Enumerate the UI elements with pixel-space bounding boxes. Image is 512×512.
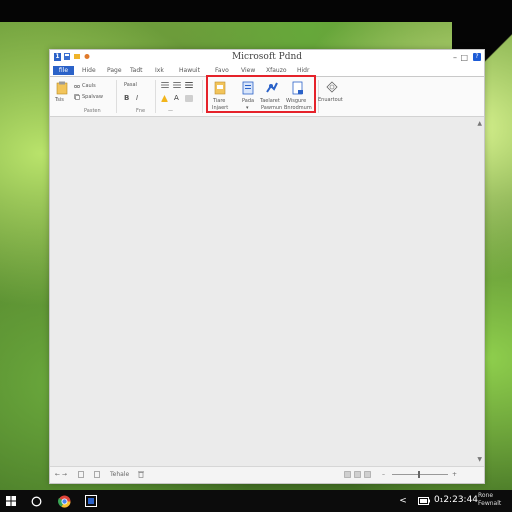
read-mode-icon[interactable] — [344, 471, 351, 478]
cut-label[interactable]: Cauls — [82, 83, 96, 89]
highlight-box — [206, 75, 316, 113]
copy-label[interactable]: Spalvaw — [82, 94, 103, 100]
font-color-icon[interactable]: A — [174, 95, 179, 102]
maximize-button[interactable]: □ — [460, 53, 468, 62]
bold-icon[interactable]: B — [124, 95, 129, 102]
dark-top-region — [0, 0, 512, 22]
italic-icon[interactable]: I — [136, 95, 138, 102]
title-bar: 1 Microsoft Pdnd – □ ? — [50, 50, 484, 66]
zoom-out-button[interactable]: – — [382, 471, 385, 479]
scroll-down-arrow-icon[interactable]: ▼ — [477, 456, 482, 463]
notification-line-1: Rone — [478, 492, 494, 499]
tab-hawuit[interactable]: Hawuit — [177, 66, 202, 75]
tab-file[interactable]: file — [53, 66, 74, 75]
search-circle-icon — [31, 496, 41, 506]
print-layout-icon[interactable] — [354, 471, 361, 478]
minimize-button[interactable]: – — [453, 53, 457, 62]
notification-line-2: Fewnalt — [478, 500, 502, 507]
taskbar: < 0₁2:23:44 Rone Fewnalt — [0, 490, 512, 512]
cut-icon[interactable] — [74, 83, 80, 88]
app-taskbar-button[interactable] — [82, 490, 100, 512]
font-name-label[interactable]: Pasal — [124, 82, 137, 88]
chrome-icon — [57, 495, 70, 508]
battery-icon[interactable] — [418, 496, 430, 506]
paragraph-group-label: — — [168, 108, 173, 114]
web-layout-icon[interactable] — [364, 471, 371, 478]
system-clock[interactable]: 0₁2:23:44 — [434, 495, 478, 505]
document-canvas[interactable] — [50, 117, 484, 466]
ribbon-separator — [155, 80, 156, 113]
nav-arrows[interactable]: ← → — [55, 471, 67, 479]
bullets-icon[interactable] — [161, 82, 169, 88]
ribbon-separator — [202, 80, 203, 113]
tab-hidr[interactable]: Hidr — [295, 66, 311, 75]
tab-page[interactable]: Page — [105, 66, 124, 75]
shading-icon[interactable] — [185, 95, 193, 102]
page-icon[interactable] — [78, 471, 84, 478]
highlight-color-icon[interactable] — [161, 95, 168, 102]
trash-icon[interactable] — [138, 471, 144, 478]
app-tile-icon — [85, 495, 97, 507]
align-icon[interactable] — [185, 82, 193, 88]
status-bar: ← → Tehale – + — [50, 466, 484, 483]
word-count[interactable]: Tehale — [110, 471, 129, 479]
zoom-slider[interactable] — [392, 474, 448, 475]
notification-area[interactable]: Rone Fewnalt — [478, 492, 501, 508]
chrome-taskbar-button[interactable] — [55, 490, 73, 512]
windows-logo-icon — [6, 496, 16, 506]
tab-ixk[interactable]: Ixk — [153, 66, 166, 75]
extra-tool-label[interactable]: Enuartout — [318, 97, 343, 103]
tab-tadt[interactable]: Tadt — [128, 66, 145, 75]
zoom-in-button[interactable]: + — [452, 471, 457, 479]
start-button[interactable] — [4, 490, 18, 512]
ribbon-separator — [116, 80, 117, 113]
tab-hide[interactable]: Hide — [80, 66, 98, 75]
paste-label[interactable]: Tsis — [55, 97, 64, 103]
clipboard-group-label: Pasten — [84, 108, 101, 114]
font-group-label: Fne — [136, 108, 146, 114]
tab-view[interactable]: View — [239, 66, 257, 75]
language-icon[interactable] — [94, 471, 100, 478]
tab-favo[interactable]: Favo — [213, 66, 231, 75]
share-tray-icon[interactable]: < — [396, 490, 410, 512]
search-button[interactable] — [28, 490, 44, 512]
numbering-icon[interactable] — [173, 82, 181, 88]
app-window: 1 Microsoft Pdnd – □ ? file Hide Page Ta… — [49, 49, 485, 484]
scroll-up-arrow-icon[interactable]: ▲ — [477, 120, 482, 127]
help-button[interactable]: ? — [473, 53, 481, 61]
copy-icon[interactable] — [74, 94, 80, 100]
paste-icon[interactable] — [56, 81, 68, 95]
shapes-icon[interactable] — [326, 81, 338, 93]
window-title: Microsoft Pdnd — [231, 52, 303, 62]
tab-xfauzo[interactable]: Xfauzo — [264, 66, 289, 75]
zoom-slider-thumb[interactable] — [418, 471, 420, 478]
